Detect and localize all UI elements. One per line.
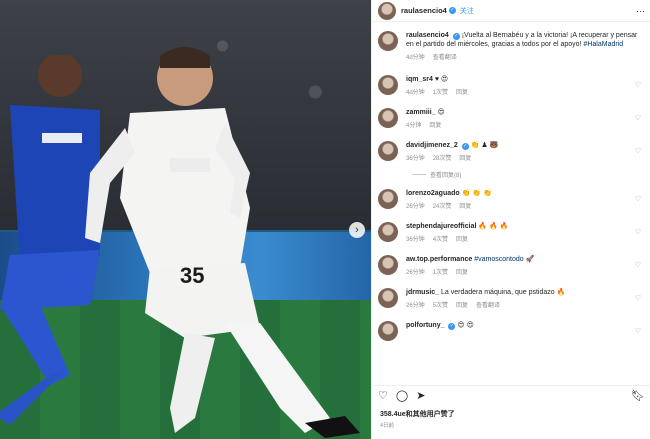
comment-username[interactable]: jdrmusic_ [406, 289, 439, 296]
post-age: 4日前 [380, 423, 395, 429]
comment-text: 🔥 🔥 🔥 [478, 223, 509, 230]
bookmark-icon[interactable]: 🔖︎ [631, 389, 645, 402]
caption-username[interactable]: raulasencio4 [406, 32, 449, 39]
comment-row: davidjimenez_2 ✓ 👏 ♟ 🐻 36分钟 28次赞 回复 ♡ [378, 141, 645, 162]
see-translation-link[interactable]: 查看翻译 [476, 300, 500, 309]
reply-link[interactable]: 回复 [456, 87, 468, 96]
see-translation-link[interactable]: 查看翻译 [433, 52, 457, 61]
view-replies-link[interactable]: 查看回复(8) [412, 170, 645, 179]
avatar[interactable] [378, 222, 398, 242]
post-image[interactable]: 35 › [0, 0, 371, 439]
reply-link[interactable]: 回复 [459, 153, 471, 162]
avatar[interactable] [378, 75, 398, 95]
caption-time: 4d分钟 [406, 55, 425, 61]
comment-row: iqm_sr4 ♥ 😍 4d分钟 1次赞 回复 ♡ [378, 75, 645, 96]
comment-username[interactable]: lorenzo2aguado [406, 190, 460, 197]
comment-row: jdrmusic_ La verdadera máquina, que psti… [378, 288, 645, 309]
post-side-panel: raulasencio4 ✓ 关注 ··· raulasencio4 ✓ ¡Vu… [371, 0, 650, 439]
instagram-post: 35 › raulasencio4 ✓ 关注 ··· raulasencio4 … [0, 0, 650, 439]
comment-username[interactable]: stephendajureofficial [406, 223, 476, 230]
avatar[interactable] [378, 108, 398, 128]
reply-link[interactable]: 回复 [456, 234, 468, 243]
caption-hashtag[interactable]: #HalaMadrid [583, 41, 623, 48]
avatar[interactable] [378, 141, 398, 161]
post-header: raulasencio4 ✓ 关注 ··· [372, 0, 650, 22]
comment-like-icon[interactable]: ♡ [635, 294, 641, 302]
next-image-icon[interactable]: › [349, 222, 365, 238]
comment-like-icon[interactable]: ♡ [635, 327, 641, 335]
verified-badge-icon: ✓ [461, 143, 469, 150]
avatar[interactable] [378, 288, 398, 308]
send-icon[interactable]: ➤ [416, 389, 425, 402]
reply-link[interactable]: 回复 [456, 267, 468, 276]
comment-like-icon[interactable]: ♡ [635, 147, 641, 155]
comment-row: stephendajureofficial 🔥 🔥 🔥 36分钟 4次赞 回复 ♡ [378, 222, 645, 243]
comment-like-icon[interactable]: ♡ [635, 228, 641, 236]
comment-like-icon[interactable]: ♡ [635, 114, 641, 122]
avatar[interactable] [378, 31, 398, 51]
post-caption: raulasencio4 ✓ ¡Vuelta al Bernabéu y a l… [378, 31, 645, 61]
comment-text: 👏 👏 👏 [461, 190, 492, 197]
verified-badge-icon: ✓ [448, 7, 456, 14]
divider [412, 174, 426, 175]
main-player-illustration: 35 [85, 47, 360, 438]
comment-row: aw.top.performance #vamoscontodo 🚀 26分钟 1… [378, 255, 645, 276]
svg-text:35: 35 [180, 263, 204, 288]
heart-icon[interactable]: ♡ [378, 389, 388, 402]
comment-text: #vamoscontodo 🚀 [474, 256, 535, 263]
comment-text: 👏 ♟ 🐻 [470, 142, 499, 149]
caption-text: raulasencio4 ✓ ¡Vuelta al Bernabéu y a l… [406, 32, 638, 48]
verified-badge-icon: ✓ [452, 33, 460, 40]
comment-text: La verdadera máquina, que pstidazo 🔥 [441, 289, 566, 296]
avatar[interactable] [378, 255, 398, 275]
comment-username[interactable]: polfortuny_ [406, 322, 445, 329]
likes-count[interactable]: 358.4ue和其他用户赞了 [380, 409, 455, 419]
comment-username[interactable]: aw.top.performance [406, 256, 472, 263]
comment-text: 😍 😍 [457, 322, 474, 329]
comment-username[interactable]: davidjimenez_2 [406, 142, 458, 149]
comment-like-icon[interactable]: ♡ [635, 81, 641, 89]
comment-text: 😍 [437, 109, 445, 116]
comment-row: polfortuny_ ✓ 😍 😍 ♡ [378, 321, 645, 341]
comment-like-icon[interactable]: ♡ [635, 261, 641, 269]
post-username[interactable]: raulasencio4 [401, 6, 447, 15]
comment-like-icon[interactable]: ♡ [635, 195, 641, 203]
comments-list[interactable]: raulasencio4 ✓ ¡Vuelta al Bernabéu y a l… [372, 23, 650, 377]
avatar[interactable] [378, 1, 396, 20]
comment-username[interactable]: iqm_sr4 [406, 76, 433, 83]
verified-badge-icon: ✓ [448, 323, 456, 330]
post-actions-bar: ♡ ◯ ➤ 🔖︎ [372, 385, 650, 405]
more-options-icon[interactable]: ··· [636, 6, 645, 16]
comment-username[interactable]: zammiii_ [406, 109, 436, 116]
avatar[interactable] [378, 321, 398, 341]
comment-row: lorenzo2aguado 👏 👏 👏 26分钟 24次赞 回复 ♡ [378, 189, 645, 210]
reply-link[interactable]: 回复 [429, 120, 441, 129]
comment-text: ♥ 😍 [434, 76, 449, 83]
follow-button[interactable]: 关注 [460, 6, 474, 16]
reply-link[interactable]: 回复 [459, 201, 471, 210]
reply-link[interactable]: 回复 [456, 300, 468, 309]
comment-icon[interactable]: ◯ [396, 389, 408, 402]
avatar[interactable] [378, 189, 398, 209]
comment-row: zammiii_ 😍 4分钟 回复 ♡ [378, 108, 645, 129]
